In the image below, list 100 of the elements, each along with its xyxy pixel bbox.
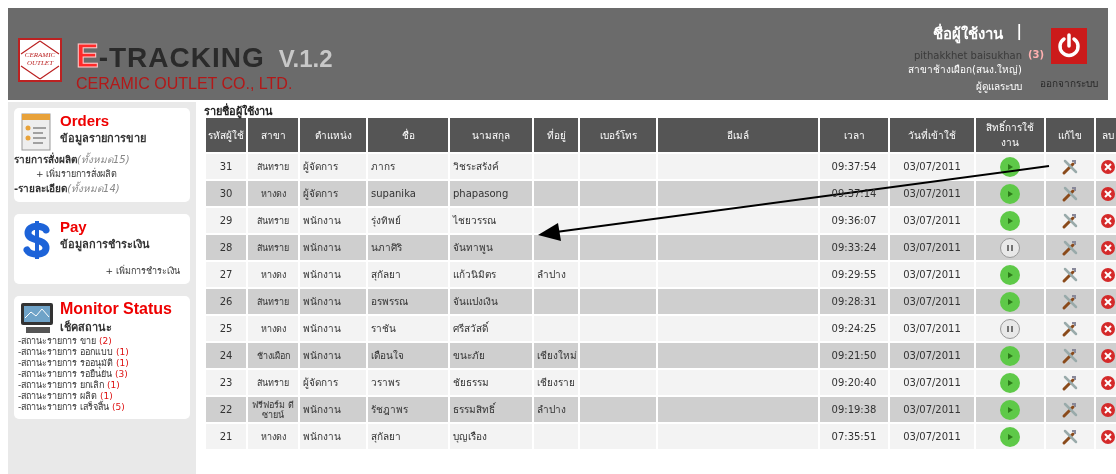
delete-button[interactable] xyxy=(1100,320,1116,337)
column-header: สาขา xyxy=(247,117,299,153)
play-glyph-icon xyxy=(1005,215,1015,226)
delete-button[interactable] xyxy=(1100,212,1116,229)
edit-button[interactable] xyxy=(1061,292,1079,311)
sidebar-link[interactable]: -สถานะรายการ เสร็จสิ้น (5) xyxy=(18,402,186,413)
column-header: ตำแหน่ง xyxy=(299,117,367,153)
sidebar-link[interactable]: -สถานะรายการ รออนุมัติ (1) xyxy=(18,358,186,369)
sidebar-link[interactable]: -สถานะรายการ ขาย (2) xyxy=(18,336,186,347)
user-branch: สาขาช้างเผือก(สนง.ใหญ่) xyxy=(908,63,1022,77)
table-cell: พนักงาน xyxy=(299,261,367,288)
card-title: Pay xyxy=(60,218,88,235)
table-cell: ผู้จัดการ xyxy=(299,180,367,207)
pause-icon[interactable] xyxy=(1000,237,1020,258)
table-cell: จันแปงเงิน xyxy=(449,288,533,315)
company-name: CERAMIC OUTLET CO., LTD. xyxy=(76,75,294,93)
table-cell: สุกัลยา xyxy=(367,261,449,288)
table-cell: 24 xyxy=(205,342,247,369)
edit-button[interactable] xyxy=(1061,184,1079,203)
table-cell: 07:35:51 xyxy=(819,423,889,450)
table-cell: 09:21:50 xyxy=(819,342,889,369)
card-title: Monitor Status xyxy=(60,300,172,318)
card-subtitle: ข้อมูลการชำระเงิน xyxy=(60,237,150,253)
tools-icon xyxy=(1061,157,1079,176)
edit-button[interactable] xyxy=(1061,157,1079,176)
tools-icon xyxy=(1061,292,1079,311)
play-glyph-icon xyxy=(1005,350,1015,361)
table-cell: สุกัลยา xyxy=(367,423,449,450)
table-cell: 09:36:07 xyxy=(819,207,889,234)
table-cell: พนักงาน xyxy=(299,396,367,423)
table-cell: 30 xyxy=(205,180,247,207)
column-header: เวลา xyxy=(819,117,889,153)
edit-button[interactable] xyxy=(1061,265,1079,284)
sidebar-link[interactable]: -สถานะรายการ ผลิต (1) xyxy=(18,391,186,402)
column-header: ชื่อ xyxy=(367,117,449,153)
table-cell: พนักงาน xyxy=(299,423,367,450)
table-cell: 09:29:55 xyxy=(819,261,889,288)
delete-button[interactable] xyxy=(1100,374,1116,391)
delete-button[interactable] xyxy=(1100,347,1116,364)
table-cell: พนักงาน xyxy=(299,207,367,234)
table-cell: พนักงาน xyxy=(299,315,367,342)
edit-button[interactable] xyxy=(1061,346,1079,365)
column-header: รหัสผู้ใช้ xyxy=(205,117,247,153)
computer-icon xyxy=(18,300,56,336)
sidebar-link[interactable]: -รายละเอียด(ทั้งหมด14) xyxy=(14,181,186,196)
table-cell: 09:37:54 xyxy=(819,153,889,180)
table-cell: ราชัน xyxy=(367,315,449,342)
table-cell: 09:24:25 xyxy=(819,315,889,342)
sidebar-link[interactable]: + เพิ่มการชำระเงิน xyxy=(18,264,186,278)
card-title: Orders xyxy=(60,112,111,129)
edit-button[interactable] xyxy=(1061,238,1079,257)
sidebar-link[interactable]: -สถานะรายการ รอยืนยัน (3) xyxy=(18,369,186,380)
pause-glyph-icon xyxy=(1005,242,1015,253)
table-cell: อรพรรณ xyxy=(367,288,449,315)
table-cell: แก้วนิมิตร xyxy=(449,261,533,288)
edit-button[interactable] xyxy=(1061,211,1079,230)
separator: | xyxy=(1016,22,1022,42)
edit-button[interactable] xyxy=(1061,373,1079,392)
table-cell: ธรรมสิทธิ์ xyxy=(449,396,533,423)
column-header: ลบ xyxy=(1095,117,1116,153)
delete-button[interactable] xyxy=(1100,266,1116,283)
table-cell: ผู้จัดการ xyxy=(299,153,367,180)
edit-button[interactable] xyxy=(1061,400,1079,419)
delete-button[interactable] xyxy=(1100,158,1116,175)
tools-icon xyxy=(1061,427,1079,446)
table-cell: 03/07/2011 xyxy=(889,234,975,261)
tools-icon xyxy=(1061,211,1079,230)
user-heading: ชื่อผู้ใช้งาน xyxy=(932,22,1003,46)
sidebar-link[interactable]: -สถานะรายการ ออกแบบ (1) xyxy=(18,347,186,358)
table-cell: 22 xyxy=(205,396,247,423)
table-cell: วราพร xyxy=(367,369,449,396)
table-cell: บุญเรือง xyxy=(449,423,533,450)
delete-button[interactable] xyxy=(1100,401,1116,418)
sidebar-link[interactable]: -สถานะรายการ ยกเลิก (1) xyxy=(18,380,186,391)
sidebar-link[interactable]: รายการสั่งผลิต(ทั้งหมด15) xyxy=(14,152,186,167)
delete-button[interactable] xyxy=(1100,428,1116,445)
sidebar-link[interactable]: + เพิ่มรายการสั่งผลิต xyxy=(18,167,186,181)
table-cell: รัชฎาพร xyxy=(367,396,449,423)
edit-button[interactable] xyxy=(1061,427,1079,446)
table-cell: ผู้จัดการ xyxy=(299,369,367,396)
pause-icon[interactable] xyxy=(1000,318,1020,339)
play-glyph-icon xyxy=(1005,161,1015,172)
column-header: เบอร์โทร xyxy=(579,117,657,153)
table-cell: ศรีสวัสดิ์ xyxy=(449,315,533,342)
delete-button[interactable] xyxy=(1100,293,1116,310)
logout-button[interactable] xyxy=(1051,28,1087,64)
table-cell: 23 xyxy=(205,369,247,396)
card-subtitle: ข้อมูลรายการขาย xyxy=(60,131,146,147)
edit-button[interactable] xyxy=(1061,319,1079,338)
tools-icon xyxy=(1061,346,1079,365)
play-glyph-icon xyxy=(1005,296,1015,307)
pause-glyph-icon xyxy=(1005,323,1015,334)
table-cell: 09:19:38 xyxy=(819,396,889,423)
column-header: วันที่เข้าใช้ xyxy=(889,117,975,153)
delete-button[interactable] xyxy=(1100,185,1116,202)
table-cell: พนักงาน xyxy=(299,342,367,369)
delete-button[interactable] xyxy=(1100,239,1116,256)
table-cell: 25 xyxy=(205,315,247,342)
table-cell: phapasong xyxy=(449,180,533,207)
play-icon[interactable] xyxy=(1000,156,1020,177)
